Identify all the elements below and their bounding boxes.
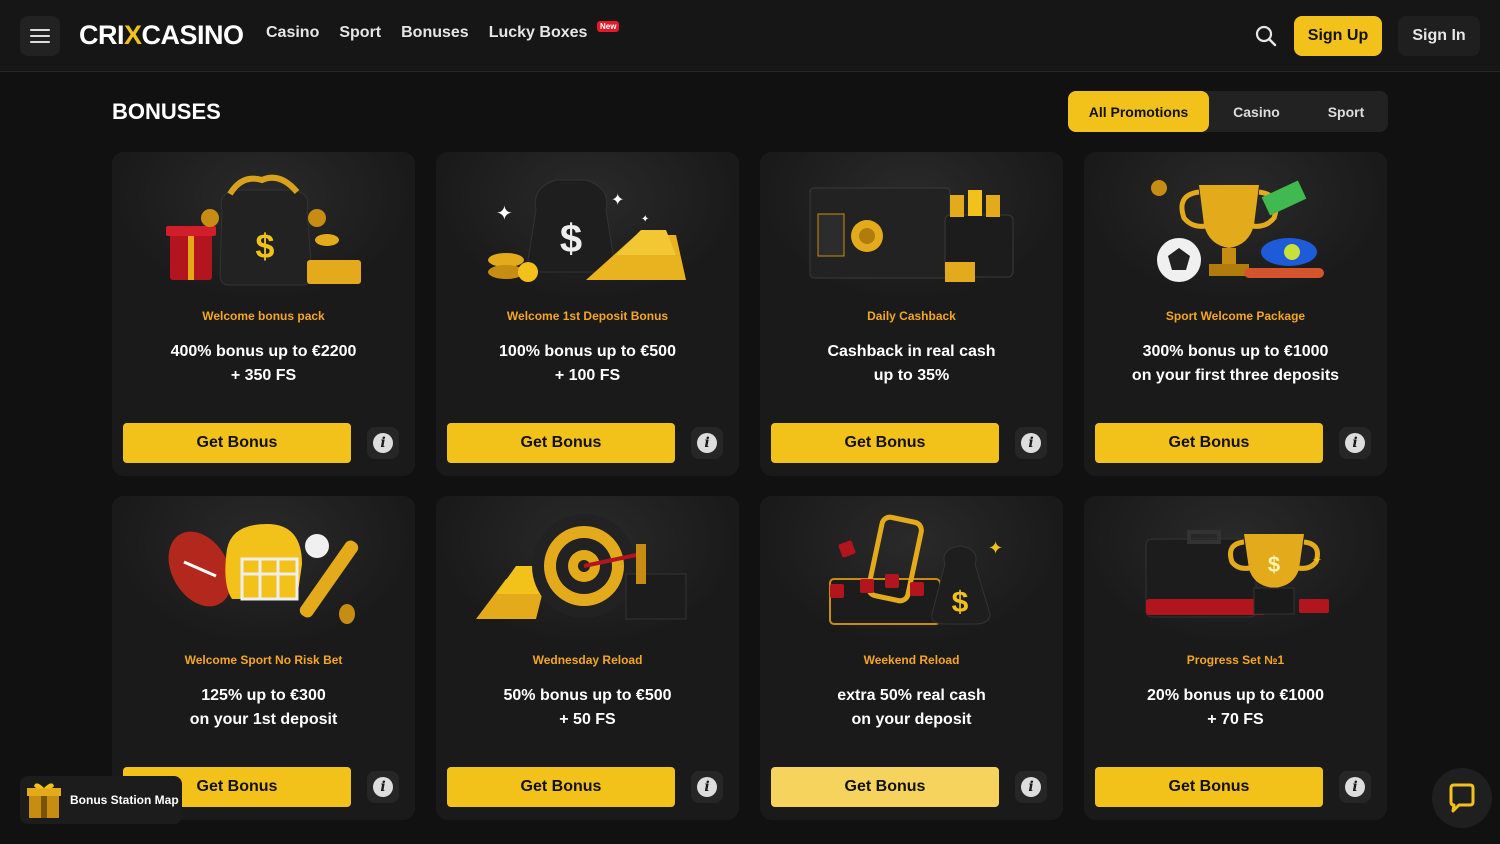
info-icon: i	[1021, 433, 1041, 453]
trophy-sports-icon	[1151, 180, 1324, 282]
money-bag-gift-icon: $	[166, 174, 361, 286]
info-button[interactable]: i	[1015, 771, 1047, 803]
card-category: Welcome bonus pack	[202, 309, 325, 323]
bonus-card: $ ✦ ✦ ✦ Welcome 1st Deposit Bonus 100% b…	[436, 152, 739, 476]
nav-lucky-boxes-label: Lucky Boxes	[488, 24, 588, 41]
info-button[interactable]: i	[367, 771, 399, 803]
info-button[interactable]: i	[1339, 427, 1371, 459]
sign-up-button[interactable]: Sign Up	[1294, 16, 1382, 56]
info-icon: i	[1345, 777, 1365, 797]
info-button[interactable]: i	[1015, 427, 1047, 459]
chat-button[interactable]	[1432, 768, 1492, 828]
svg-text:✦: ✦	[641, 214, 649, 225]
bonus-card: $ ✦ Progress Set №1 20% bonus up to €100…	[1084, 496, 1387, 820]
info-icon: i	[373, 777, 393, 797]
bonus-card: $ Welcome bonus pack 400% bonus up to €2…	[112, 152, 415, 476]
promo-filter-tabs: All Promotions Casino Sport	[1068, 91, 1388, 132]
card-category: Weekend Reload	[863, 653, 960, 667]
info-icon: i	[373, 433, 393, 453]
svg-text:$: $	[952, 586, 969, 619]
target-gold-icon	[476, 514, 687, 620]
get-bonus-button[interactable]: Get Bonus	[1095, 767, 1323, 807]
sign-in-button[interactable]: Sign In	[1398, 16, 1480, 56]
site-logo[interactable]: CRIXCASINO	[79, 20, 244, 51]
svg-text:✦: ✦	[988, 538, 1003, 559]
info-button[interactable]: i	[691, 427, 723, 459]
bonus-card: Welcome Sport No Risk Bet 125% up to €30…	[112, 496, 415, 820]
card-category: Progress Set №1	[1186, 653, 1285, 667]
svg-text:✦: ✦	[1312, 553, 1322, 567]
nav-casino[interactable]: Casino	[266, 24, 319, 42]
tab-all-promotions[interactable]: All Promotions	[1068, 91, 1209, 132]
football-helmet-icon	[168, 524, 359, 624]
info-button[interactable]: i	[691, 771, 723, 803]
nav-lucky-boxes[interactable]: Lucky Boxes New	[488, 21, 620, 42]
svg-text:$: $	[560, 217, 582, 261]
get-bonus-button[interactable]: Get Bonus	[771, 423, 999, 463]
card-title: 125% up to €300 on your 1st deposit	[189, 687, 338, 728]
nav-sport[interactable]: Sport	[339, 24, 381, 42]
nav-bonuses[interactable]: Bonuses	[401, 24, 469, 42]
card-title: 300% bonus up to €1000 on your first thre…	[1131, 343, 1340, 384]
new-badge: New	[596, 21, 620, 32]
page-title: BONUSES	[112, 99, 221, 124]
hamburger-menu-icon[interactable]	[20, 16, 60, 56]
get-bonus-button[interactable]: Get Bonus	[1095, 423, 1323, 463]
slot-coins-bag-icon: $ ✦	[829, 514, 1003, 625]
card-category: Sport Welcome Package	[1165, 309, 1306, 323]
card-title: Cashback in real cash up to 35%	[827, 343, 996, 384]
svg-text:✦: ✦	[496, 201, 513, 225]
get-bonus-button[interactable]: Get Bonus	[771, 767, 999, 807]
bonus-station-map-label: Bonus Station Map	[70, 793, 179, 807]
card-category: Wednesday Reload	[532, 653, 643, 667]
info-icon: i	[1345, 433, 1365, 453]
chat-icon	[1449, 783, 1475, 813]
safe-wallet-icon	[809, 187, 1014, 282]
bonus-card: Wednesday Reload 50% bonus up to €500 + 5…	[436, 496, 739, 820]
card-category: Welcome 1st Deposit Bonus	[506, 309, 669, 323]
top-header: CRIXCASINO Casino Sport Bonuses Lucky Bo…	[0, 0, 1500, 72]
info-icon: i	[1021, 777, 1041, 797]
card-title: 20% bonus up to €1000 + 70 FS	[1147, 687, 1324, 728]
card-category: Welcome Sport No Risk Bet	[184, 653, 343, 667]
cup-briefcase-icon: $ ✦	[1145, 530, 1329, 618]
svg-text:✦: ✦	[611, 190, 624, 209]
bonus-card: Daily Cashback Cashback in real cash up t…	[760, 152, 1063, 476]
svg-text:$: $	[256, 228, 275, 266]
money-bag-gold-bars-icon: $ ✦ ✦ ✦	[488, 179, 686, 282]
tab-sport[interactable]: Sport	[1304, 91, 1388, 132]
info-button[interactable]: i	[1339, 771, 1371, 803]
card-category: Daily Cashback	[867, 309, 956, 323]
card-title: 400% bonus up to €2200 + 350 FS	[170, 343, 357, 384]
info-button[interactable]: i	[367, 427, 399, 459]
card-title: 100% bonus up to €500 + 100 FS	[499, 343, 676, 384]
bonus-card: $ ✦ Weekend Reload extra 50% real cash on…	[760, 496, 1063, 820]
info-icon: i	[697, 433, 717, 453]
tab-casino[interactable]: Casino	[1209, 91, 1304, 132]
bonus-station-map-button[interactable]: Bonus Station Map	[20, 776, 182, 824]
get-bonus-button[interactable]: Get Bonus	[447, 423, 675, 463]
get-bonus-button[interactable]: Get Bonus	[447, 767, 675, 807]
gift-icon	[27, 783, 61, 818]
svg-text:$: $	[1268, 552, 1280, 577]
get-bonus-button[interactable]: Get Bonus	[123, 423, 351, 463]
card-title: 50% bonus up to €500 + 50 FS	[503, 687, 672, 728]
card-title: extra 50% real cash on your deposit	[837, 687, 986, 728]
main-nav: Casino Sport Bonuses Lucky Boxes New	[266, 21, 620, 42]
info-icon: i	[697, 777, 717, 797]
bonus-card: Sport Welcome Package 300% bonus up to €…	[1084, 152, 1387, 476]
search-icon[interactable]	[1254, 24, 1278, 48]
